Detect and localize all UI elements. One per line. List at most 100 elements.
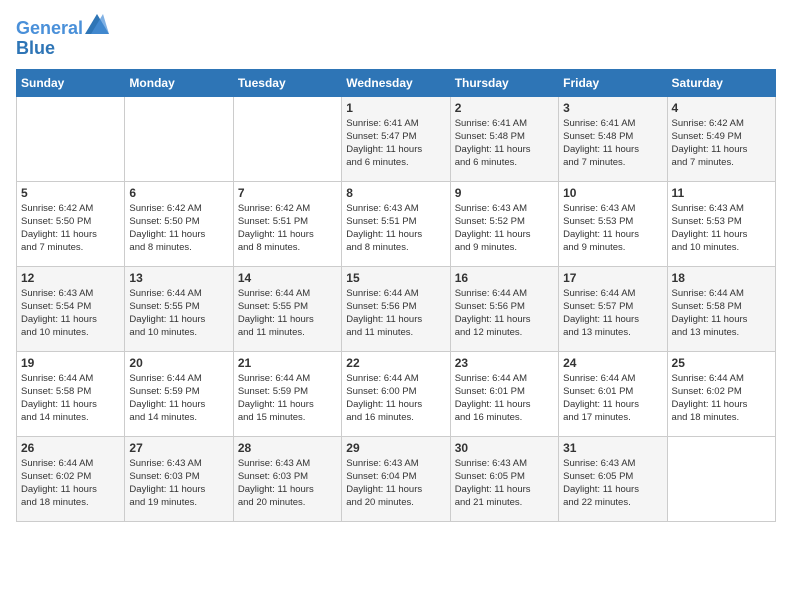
calendar-week-row: 12Sunrise: 6:43 AM Sunset: 5:54 PM Dayli…: [17, 266, 776, 351]
day-info: Sunrise: 6:44 AM Sunset: 5:57 PM Dayligh…: [563, 287, 662, 340]
calendar-cell: 23 Sunrise: 6:44 AM Sunset: 6:01 PM Dayli…: [450, 351, 558, 436]
calendar-cell: 4 Sunrise: 6:42 AM Sunset: 5:49 PM Daylig…: [667, 96, 775, 181]
day-number: 14: [238, 271, 337, 285]
calendar-cell: 28Sunrise: 6:43 AM Sunset: 6:03 PM Dayli…: [233, 436, 341, 521]
day-number: 24: [563, 356, 662, 370]
day-number: 29: [346, 441, 445, 455]
day-info: Sunrise: 6:43 AM Sunset: 6:05 PM Dayligh…: [455, 457, 554, 510]
calendar-cell: [125, 96, 233, 181]
logo: General Blue: [16, 16, 109, 59]
day-number: 22: [346, 356, 445, 370]
day-info: Sunrise: 6:44 AM Sunset: 5:56 PM Dayligh…: [455, 287, 554, 340]
calendar-cell: 18 Sunrise: 6:44 AM Sunset: 5:58 PM Dayli…: [667, 266, 775, 351]
weekday-header: Monday: [125, 69, 233, 96]
weekday-header: Friday: [559, 69, 667, 96]
weekday-header: Sunday: [17, 69, 125, 96]
day-number: 23: [455, 356, 554, 370]
calendar-cell: 6 Sunrise: 6:42 AM Sunset: 5:50 PM Daylig…: [125, 181, 233, 266]
day-info: Sunrise: 6:41 AM Sunset: 5:48 PM Dayligh…: [455, 117, 554, 170]
day-number: 21: [238, 356, 337, 370]
day-info: Sunrise: 6:44 AM Sunset: 5:55 PM Dayligh…: [238, 287, 337, 340]
day-info: Sunrise: 6:42 AM Sunset: 5:50 PM Dayligh…: [129, 202, 228, 255]
day-number: 7: [238, 186, 337, 200]
day-number: 8: [346, 186, 445, 200]
day-number: 25: [672, 356, 771, 370]
logo-icon: [85, 14, 109, 34]
day-number: 12: [21, 271, 120, 285]
day-number: 17: [563, 271, 662, 285]
calendar-cell: 25Sunrise: 6:44 AM Sunset: 6:02 PM Dayli…: [667, 351, 775, 436]
weekday-header: Tuesday: [233, 69, 341, 96]
calendar-table: SundayMondayTuesdayWednesdayThursdayFrid…: [16, 69, 776, 522]
calendar-week-row: 5 Sunrise: 6:42 AM Sunset: 5:50 PM Daylig…: [17, 181, 776, 266]
calendar-cell: 19 Sunrise: 6:44 AM Sunset: 5:58 PM Dayli…: [17, 351, 125, 436]
day-info: Sunrise: 6:44 AM Sunset: 6:00 PM Dayligh…: [346, 372, 445, 425]
calendar-body: 1 Sunrise: 6:41 AM Sunset: 5:47 PM Daylig…: [17, 96, 776, 521]
calendar-cell: 31 Sunrise: 6:43 AM Sunset: 6:05 PM Dayli…: [559, 436, 667, 521]
calendar-week-row: 19 Sunrise: 6:44 AM Sunset: 5:58 PM Dayli…: [17, 351, 776, 436]
day-number: 10: [563, 186, 662, 200]
day-info: Sunrise: 6:43 AM Sunset: 5:51 PM Dayligh…: [346, 202, 445, 255]
day-number: 11: [672, 186, 771, 200]
day-info: Sunrise: 6:44 AM Sunset: 5:59 PM Dayligh…: [238, 372, 337, 425]
calendar-cell: 21 Sunrise: 6:44 AM Sunset: 5:59 PM Dayli…: [233, 351, 341, 436]
day-number: 30: [455, 441, 554, 455]
day-number: 6: [129, 186, 228, 200]
day-info: Sunrise: 6:44 AM Sunset: 5:55 PM Dayligh…: [129, 287, 228, 340]
calendar-cell: 29 Sunrise: 6:43 AM Sunset: 6:04 PM Dayli…: [342, 436, 450, 521]
day-number: 3: [563, 101, 662, 115]
day-number: 5: [21, 186, 120, 200]
day-info: Sunrise: 6:44 AM Sunset: 5:58 PM Dayligh…: [672, 287, 771, 340]
day-number: 31: [563, 441, 662, 455]
day-number: 1: [346, 101, 445, 115]
day-number: 28: [238, 441, 337, 455]
day-number: 20: [129, 356, 228, 370]
calendar-header: SundayMondayTuesdayWednesdayThursdayFrid…: [17, 69, 776, 96]
calendar-cell: 26 Sunrise: 6:44 AM Sunset: 6:02 PM Dayli…: [17, 436, 125, 521]
day-info: Sunrise: 6:44 AM Sunset: 6:02 PM Dayligh…: [21, 457, 120, 510]
day-info: Sunrise: 6:43 AM Sunset: 5:52 PM Dayligh…: [455, 202, 554, 255]
day-number: 13: [129, 271, 228, 285]
calendar-cell: 3 Sunrise: 6:41 AM Sunset: 5:48 PM Daylig…: [559, 96, 667, 181]
day-info: Sunrise: 6:42 AM Sunset: 5:50 PM Dayligh…: [21, 202, 120, 255]
day-number: 19: [21, 356, 120, 370]
calendar-cell: [17, 96, 125, 181]
calendar-cell: [667, 436, 775, 521]
day-info: Sunrise: 6:43 AM Sunset: 6:05 PM Dayligh…: [563, 457, 662, 510]
day-info: Sunrise: 6:44 AM Sunset: 5:59 PM Dayligh…: [129, 372, 228, 425]
calendar-cell: 10 Sunrise: 6:43 AM Sunset: 5:53 PM Dayli…: [559, 181, 667, 266]
calendar-cell: 5 Sunrise: 6:42 AM Sunset: 5:50 PM Daylig…: [17, 181, 125, 266]
day-number: 15: [346, 271, 445, 285]
day-info: Sunrise: 6:44 AM Sunset: 5:56 PM Dayligh…: [346, 287, 445, 340]
day-info: Sunrise: 6:44 AM Sunset: 6:01 PM Dayligh…: [563, 372, 662, 425]
calendar-cell: 20 Sunrise: 6:44 AM Sunset: 5:59 PM Dayli…: [125, 351, 233, 436]
calendar-cell: [233, 96, 341, 181]
calendar-cell: 14 Sunrise: 6:44 AM Sunset: 5:55 PM Dayli…: [233, 266, 341, 351]
day-info: Sunrise: 6:44 AM Sunset: 6:01 PM Dayligh…: [455, 372, 554, 425]
calendar-cell: 1 Sunrise: 6:41 AM Sunset: 5:47 PM Daylig…: [342, 96, 450, 181]
day-number: 9: [455, 186, 554, 200]
calendar-cell: 30 Sunrise: 6:43 AM Sunset: 6:05 PM Dayli…: [450, 436, 558, 521]
day-info: Sunrise: 6:41 AM Sunset: 5:48 PM Dayligh…: [563, 117, 662, 170]
calendar-cell: 8 Sunrise: 6:43 AM Sunset: 5:51 PM Daylig…: [342, 181, 450, 266]
day-info: Sunrise: 6:43 AM Sunset: 6:04 PM Dayligh…: [346, 457, 445, 510]
day-info: Sunrise: 6:43 AM Sunset: 5:53 PM Dayligh…: [563, 202, 662, 255]
day-number: 4: [672, 101, 771, 115]
day-info: Sunrise: 6:43 AM Sunset: 5:53 PM Dayligh…: [672, 202, 771, 255]
calendar-cell: 27Sunrise: 6:43 AM Sunset: 6:03 PM Dayli…: [125, 436, 233, 521]
day-number: 26: [21, 441, 120, 455]
calendar-week-row: 26 Sunrise: 6:44 AM Sunset: 6:02 PM Dayli…: [17, 436, 776, 521]
day-info: Sunrise: 6:42 AM Sunset: 5:49 PM Dayligh…: [672, 117, 771, 170]
day-info: Sunrise: 6:41 AM Sunset: 5:47 PM Dayligh…: [346, 117, 445, 170]
day-info: Sunrise: 6:43 AM Sunset: 6:03 PM Dayligh…: [129, 457, 228, 510]
weekday-header: Wednesday: [342, 69, 450, 96]
weekday-header: Thursday: [450, 69, 558, 96]
calendar-cell: 17 Sunrise: 6:44 AM Sunset: 5:57 PM Dayli…: [559, 266, 667, 351]
day-number: 18: [672, 271, 771, 285]
weekday-header: Saturday: [667, 69, 775, 96]
day-info: Sunrise: 6:44 AM Sunset: 5:58 PM Dayligh…: [21, 372, 120, 425]
calendar-cell: 13 Sunrise: 6:44 AM Sunset: 5:55 PM Dayli…: [125, 266, 233, 351]
calendar-cell: 2 Sunrise: 6:41 AM Sunset: 5:48 PM Daylig…: [450, 96, 558, 181]
day-number: 2: [455, 101, 554, 115]
calendar-cell: 7Sunrise: 6:42 AM Sunset: 5:51 PM Daylig…: [233, 181, 341, 266]
